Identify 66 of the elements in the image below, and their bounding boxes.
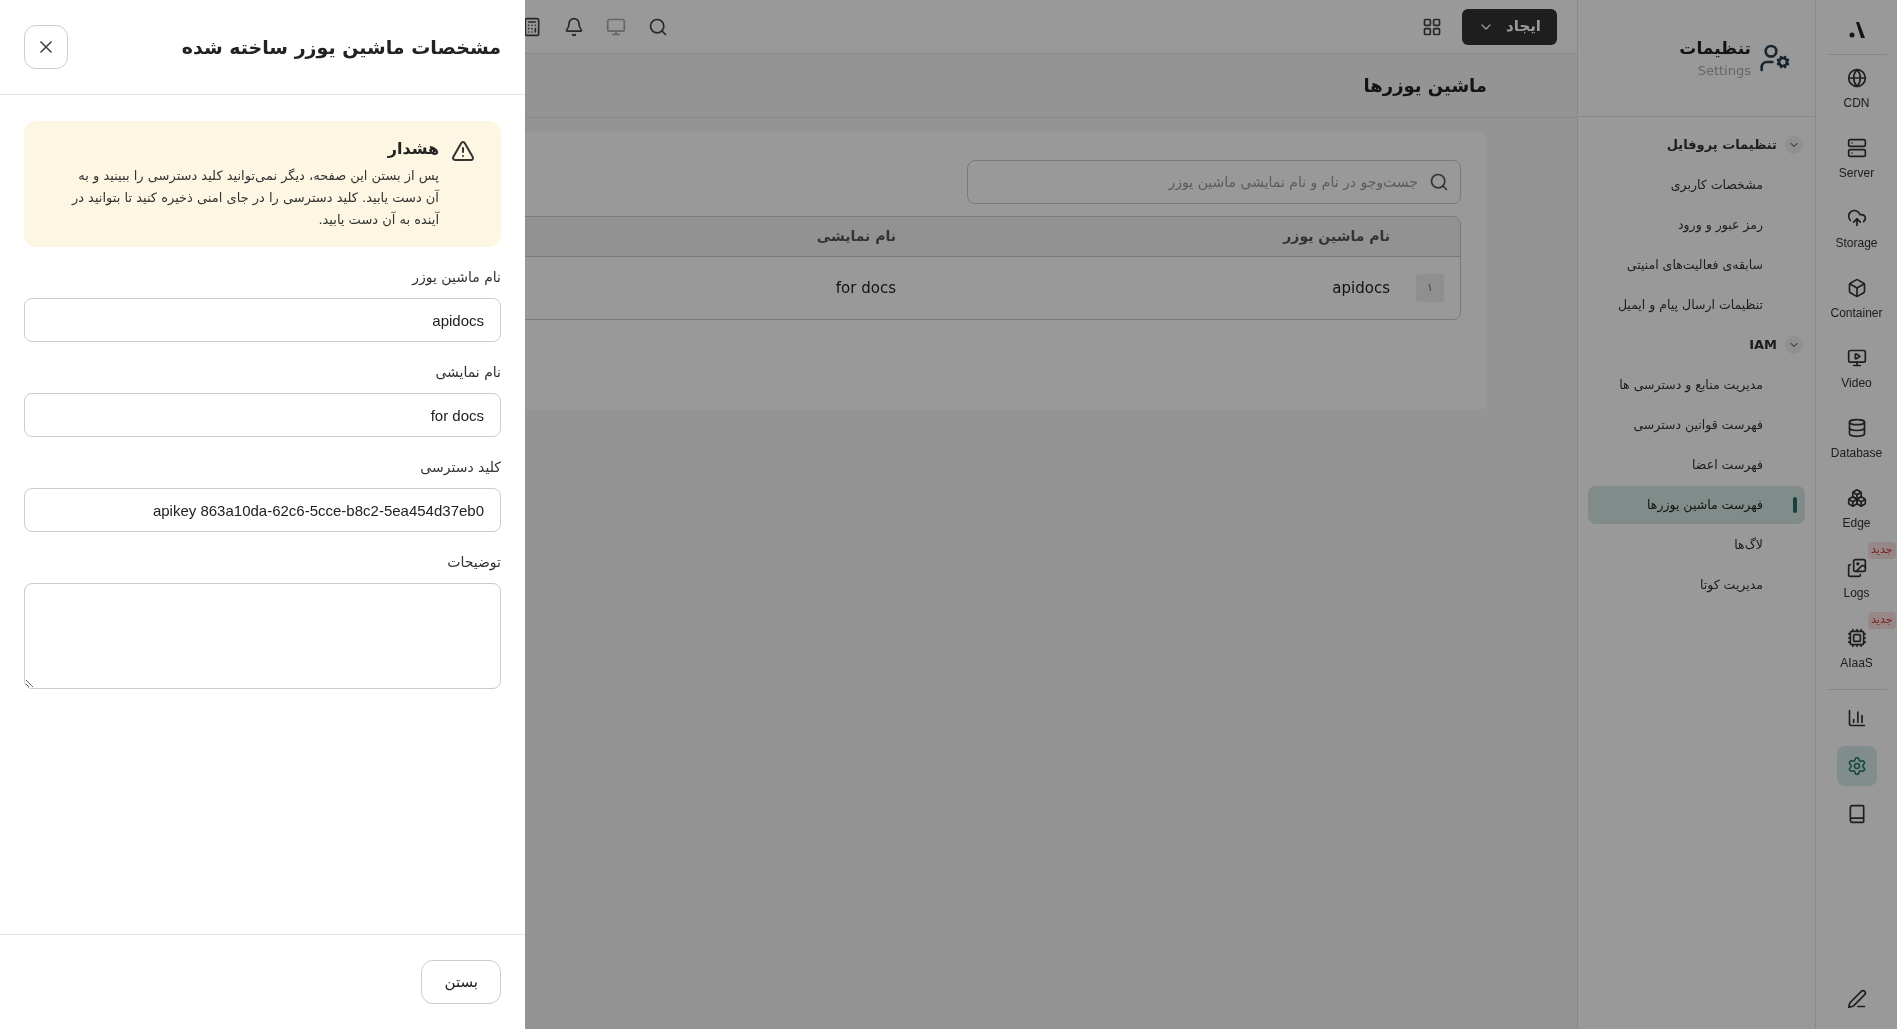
bell-icon[interactable] [564, 16, 584, 37]
search-field[interactable]: جست‌وجو در نام و نام نمایشی ماشین یوزر [967, 160, 1461, 204]
sidebar-item[interactable]: لاگ‌ها [1588, 526, 1805, 564]
close-button[interactable] [24, 25, 68, 69]
rail-item-label[interactable]: Container [1830, 304, 1883, 322]
text-input-field[interactable]: apikey 863a10da-62c6-5cce-b8c2-5ea454d37eb0 [24, 488, 501, 532]
apps-grid-icon[interactable] [1422, 16, 1443, 37]
sidebar-title: تنظیمات [1679, 36, 1751, 60]
field-label: نام نمایشی [434, 363, 501, 382]
field-label: توضیحات [446, 553, 501, 573]
column-header: نام ماشین یوزر [1283, 228, 1390, 244]
sidebar-item[interactable]: رمز عبور و ورود [1588, 206, 1805, 244]
sidebar-item[interactable]: مدیریت کوتا [1588, 566, 1805, 604]
cube-icon[interactable] [1846, 278, 1867, 298]
cloud-upload-icon[interactable] [1846, 208, 1867, 228]
user-gear-icon [1759, 42, 1791, 74]
search-icon[interactable] [648, 16, 668, 37]
rail-item-label[interactable]: Edge [1842, 514, 1871, 532]
rail-item-label[interactable]: Logs [1843, 584, 1870, 602]
create-button[interactable]: ایجاد [1462, 8, 1557, 45]
settings-icon [1846, 756, 1867, 776]
expand-toggle[interactable] [1785, 136, 1803, 154]
sidebar-item[interactable]: سابقه‌ی فعالیت‌های امنیتی [1588, 246, 1805, 284]
close-button[interactable]: بستن [421, 960, 501, 1004]
expand-toggle[interactable] [1785, 336, 1803, 354]
sidebar-item[interactable]: فهرست ماشین یوزرها [1588, 486, 1805, 524]
pen-icon[interactable] [1846, 989, 1867, 1009]
page-title: ماشین یوزرها [1363, 74, 1487, 99]
rail-item-label[interactable]: Storage [1835, 234, 1878, 252]
images-icon[interactable] [1846, 558, 1867, 578]
sidebar-item[interactable]: فهرست قوانین دسترسی [1588, 406, 1805, 444]
drawer-title: مشخصات ماشین یوزر ساخته شده [181, 34, 501, 61]
rail-item-label[interactable]: Database [1830, 444, 1883, 462]
column-header: نام نمایشی [816, 228, 896, 244]
chip-icon[interactable] [1846, 628, 1867, 648]
warning-icon [451, 139, 475, 163]
new-badge: جدید [1868, 542, 1896, 559]
new-badge: جدید [1868, 612, 1896, 629]
text-input-field[interactable]: apidocs [24, 298, 501, 342]
warning-text: پس از بستن این صفحه، دیگر نمی‌توانید کلید دسترسی را ببینید و به آن دست یابید. کلید دسترسی را در جای امنی ذخیره کنید تا بتوانید در آینده به آن دست یابید. [70, 167, 439, 229]
table-cell: for docs [835, 278, 896, 297]
rail-item-label[interactable]: CDN [1843, 94, 1870, 112]
field-label: کلید دسترسی [419, 458, 501, 478]
database-icon[interactable] [1846, 418, 1867, 438]
sidebar-item[interactable]: تنظیمات ارسال پیام و ایمیل [1588, 286, 1805, 324]
sidebar-item[interactable]: مدیریت منابع و دسترسی ها [1588, 366, 1805, 404]
calculator-icon[interactable] [522, 16, 542, 37]
sidebar-item[interactable]: فهرست اعضا [1588, 446, 1805, 484]
row-index: ۱ [1416, 274, 1444, 302]
globe-icon[interactable] [1846, 68, 1867, 88]
warning-title: هشدار [386, 138, 439, 160]
blocks-icon[interactable] [1846, 488, 1867, 508]
bar-chart-icon [1846, 708, 1867, 728]
server-icon[interactable] [1846, 138, 1867, 158]
video-icon[interactable] [1846, 348, 1867, 368]
sidebar-group-label[interactable]: IAM [1749, 335, 1777, 355]
field-label: نام ماشین یوزر [410, 268, 501, 288]
rail-item-label[interactable]: Video [1841, 374, 1872, 392]
table-cell: apidocs [1332, 278, 1390, 297]
text-input-field[interactable]: for docs [24, 393, 501, 437]
sidebar-group-label[interactable]: تنظیمات پروفایل [1666, 135, 1777, 155]
sidebar-item[interactable]: مشخصات کاربری [1588, 166, 1805, 204]
rail-tool-button[interactable] [1836, 746, 1877, 786]
search-icon [1429, 172, 1449, 192]
rail-item-label[interactable]: AIaaS [1840, 654, 1873, 672]
rail-item-label[interactable]: Server [1838, 164, 1875, 182]
